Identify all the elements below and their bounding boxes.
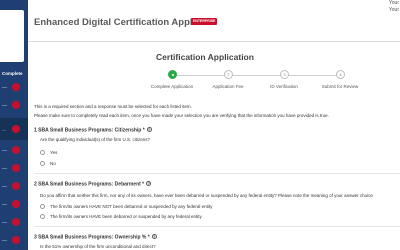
option-not-debarred[interactable]: The firm/its owners HAVE NOT been debarr…: [40, 204, 212, 209]
step-1-indicator[interactable]: [168, 70, 177, 79]
user-name-label: Your: [388, 0, 399, 6]
sidebar-status-dot[interactable]: [12, 146, 20, 154]
page-title: Enhanced Digital Certification Applica..…: [34, 17, 214, 28]
sidebar-status-dot[interactable]: [12, 218, 20, 226]
status-badge: ENTERPRISE: [191, 17, 218, 25]
user-menu[interactable]: Your Your: [360, 0, 400, 14]
section-divider: [34, 226, 400, 227]
application-card: Certification Application 2 3 4 Complete…: [28, 42, 400, 250]
question-1-title: 1 SBA Small Business Programs: Citizensh…: [34, 127, 152, 133]
option-yes[interactable]: Yes: [40, 150, 57, 155]
sidebar-item-label: ...: [2, 127, 6, 132]
sidebar-status-dot[interactable]: [12, 236, 20, 244]
sidebar-status-dot[interactable]: [12, 125, 20, 133]
sidebar-status-dot[interactable]: [12, 182, 20, 190]
sidebar-divider: [2, 150, 7, 151]
sidebar-status-dot[interactable]: [12, 200, 20, 208]
option-label: No: [50, 161, 56, 166]
sidebar-divider: [2, 168, 7, 169]
intro-text: This is a required section and a respons…: [34, 104, 192, 109]
step-4-indicator[interactable]: 4: [336, 70, 345, 79]
radio-button[interactable]: [40, 214, 45, 219]
sidebar: Complete ...: [0, 0, 28, 250]
sidebar-divider: [2, 240, 7, 241]
question-1-title-text: 1 SBA Small Business Programs: Citizensh…: [34, 127, 145, 134]
application-title: Certification Application: [156, 52, 254, 62]
radio-button[interactable]: [40, 150, 45, 155]
page: Complete ... Enhanced Digital Certificat…: [0, 0, 400, 250]
help-icon[interactable]: ?: [146, 127, 152, 132]
question-3-title-text: 3 SBA Small Business Programs: Ownership…: [34, 234, 150, 241]
main-content: Certification Application 2 3 4 Complete…: [28, 42, 400, 250]
step-3-indicator[interactable]: 3: [280, 70, 289, 79]
option-label: The firm/its owners HAVE NOT been debarr…: [50, 204, 213, 209]
sidebar-complete-label: Complete: [2, 71, 23, 76]
question-3-text: Is the 51% ownership of the firm uncondi…: [40, 244, 156, 249]
radio-button[interactable]: [40, 204, 45, 209]
question-2-title-text: 2 SBA Small Business Programs: Debarment…: [34, 181, 145, 188]
question-2-text: Do you affirm that neither this firm, no…: [40, 193, 373, 198]
sidebar-status-dot[interactable]: [12, 83, 20, 91]
sidebar-logo: [0, 10, 24, 62]
question-2-title: 2 SBA Small Business Programs: Debarment…: [34, 181, 152, 188]
option-label: The firm/its owners HAVE been debarred o…: [50, 214, 202, 219]
intro-text: Please make sure to completely read each…: [34, 113, 329, 118]
option-debarred[interactable]: The firm/its owners HAVE been debarred o…: [40, 214, 202, 219]
option-no[interactable]: No: [40, 161, 56, 166]
sidebar-divider: [2, 204, 7, 205]
help-icon[interactable]: ?: [146, 181, 152, 186]
question-1-text: Are the qualifying individual(s) of the …: [40, 137, 151, 142]
section-divider: [34, 173, 400, 174]
user-role-label: Your: [388, 7, 399, 13]
sidebar-divider: [2, 105, 7, 106]
sidebar-divider: [2, 87, 7, 88]
sidebar-divider: [2, 186, 7, 187]
step-4-label: Submit for Review: [321, 84, 359, 89]
help-icon[interactable]: ?: [151, 234, 157, 239]
radio-button[interactable]: [40, 161, 45, 166]
header: Enhanced Digital Certification Applica..…: [28, 0, 400, 44]
sidebar-status-dot[interactable]: [12, 101, 20, 109]
question-3-title: 3 SBA Small Business Programs: Ownership…: [34, 234, 157, 240]
sidebar-divider: [2, 222, 7, 223]
step-2-indicator[interactable]: 2: [224, 70, 233, 79]
option-label: Yes: [50, 150, 58, 155]
sidebar-status-dot[interactable]: [12, 164, 20, 172]
